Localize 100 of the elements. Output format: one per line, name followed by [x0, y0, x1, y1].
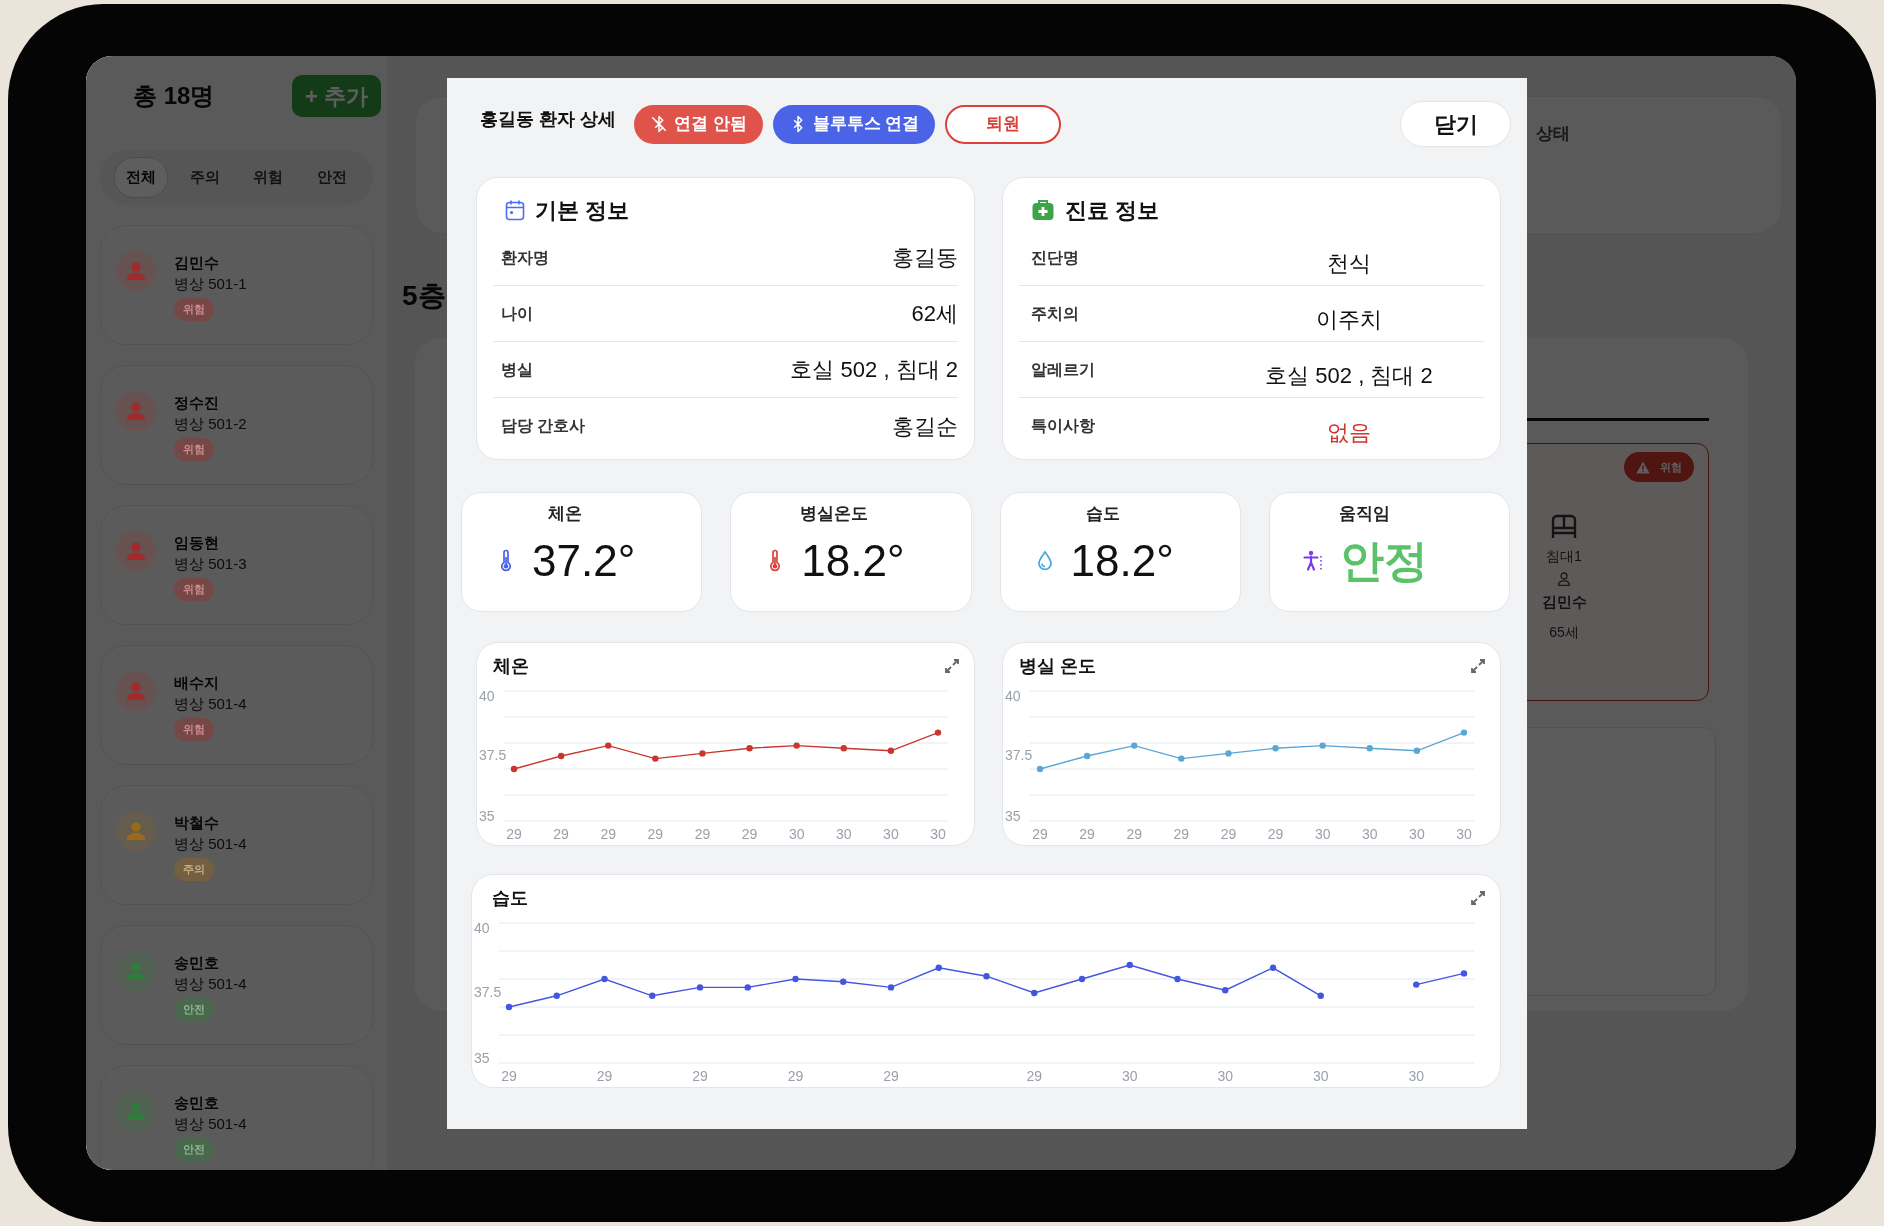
card-title: 기본 정보 — [535, 196, 630, 225]
warning-icon — [1636, 460, 1650, 474]
bluetooth-connect-button[interactable]: 블루투스 연결 — [772, 104, 936, 144]
filter-tab[interactable]: 주의 — [177, 157, 232, 198]
patient-card[interactable]: 송민호 병상 501-4 안전 — [100, 925, 373, 1045]
filter-tab[interactable]: 전체 — [114, 157, 168, 198]
bed-number: 병상 501-4 — [174, 694, 247, 714]
bed-number: 병상 501-1 — [174, 274, 247, 294]
tick-label: 37.5 — [1005, 746, 1033, 763]
patient-card[interactable]: 김민수 병상 501-1 위험 — [100, 225, 373, 345]
data-point — [601, 975, 608, 983]
data-point — [935, 964, 942, 971]
tick-label: 29 — [647, 825, 664, 842]
tick-label: 29 — [1267, 825, 1284, 842]
patient-name: 김민수 — [174, 253, 220, 273]
vital-value: 18.2° — [801, 535, 905, 587]
patient-card[interactable]: 박철수 병상 501-4 주의 — [100, 785, 373, 905]
data-point — [1460, 729, 1468, 736]
vital-value: 37.2° — [532, 535, 636, 587]
tick-label: 30 — [930, 825, 946, 842]
tick-label: 29 — [694, 825, 711, 842]
data-point — [1078, 975, 1086, 983]
patient-name: 김민수 — [1541, 592, 1587, 612]
field-value: 호실 502 , 침대 2 — [790, 356, 958, 384]
field-label: 주치의 — [1031, 303, 1079, 324]
tick-label: 35 — [479, 807, 495, 824]
status-tag: 위험 — [174, 298, 214, 321]
tick-label: 29 — [600, 825, 616, 842]
add-button[interactable]: + 추가 — [292, 75, 381, 117]
tick-label: 29 — [692, 1067, 708, 1084]
patient-name: 송민호 — [174, 953, 220, 973]
data-point — [1174, 975, 1181, 983]
data-point — [652, 755, 659, 762]
tick-label: 37.5 — [479, 746, 507, 763]
tick-label: 29 — [1032, 825, 1048, 842]
bed-icon — [1550, 514, 1578, 540]
tick-label: 35 — [474, 1049, 490, 1066]
status-tag: 안전 — [174, 998, 214, 1021]
expand-icon[interactable] — [1470, 890, 1486, 906]
patient-card[interactable]: 임동현 병상 501-3 위험 — [100, 505, 373, 625]
chart-title: 습도 — [492, 886, 528, 910]
data-point — [557, 752, 565, 760]
status-tag: 위험 — [174, 718, 214, 741]
field-value: 없음 — [1326, 418, 1372, 447]
bed-number: 병상 501-4 — [174, 1114, 247, 1134]
data-point — [746, 745, 753, 752]
chart-title: 체온 — [493, 654, 529, 678]
data-point — [1460, 970, 1468, 977]
data-point — [553, 992, 560, 999]
tick-label: 29 — [1173, 825, 1190, 842]
tick-label: 30 — [1312, 1067, 1329, 1084]
expand-icon[interactable] — [944, 658, 960, 674]
data-point — [1126, 961, 1133, 969]
patient-card[interactable]: 배수지 병상 501-4 위험 — [100, 645, 373, 765]
patient-card[interactable]: 정수진 병상 501-2 위험 — [100, 365, 373, 485]
patient-name: 박철수 — [174, 813, 220, 833]
vital-label: 병실온도 — [799, 503, 868, 525]
data-point — [1083, 752, 1091, 760]
vital-value: 18.2° — [1070, 535, 1174, 587]
close-button[interactable]: 닫기 — [1400, 101, 1511, 147]
patient-card[interactable]: 송민호 병상 501-4 안전 — [100, 1065, 373, 1170]
data-point — [793, 742, 800, 749]
discharge-button[interactable]: 퇴원 — [945, 104, 1062, 144]
tick-label: 37.5 — [474, 983, 502, 1000]
chart-title: 병실 온도 — [1019, 654, 1096, 678]
patient-name: 송민호 — [174, 1093, 220, 1113]
tick-label: 30 — [1456, 825, 1472, 842]
status-label: 상태 — [1536, 123, 1571, 145]
data-point — [983, 973, 990, 980]
status-tag: 주의 — [174, 858, 214, 881]
tick-label: 29 — [501, 1067, 517, 1084]
data-point — [1225, 750, 1232, 757]
data-point — [1178, 755, 1185, 762]
expand-icon[interactable] — [1470, 658, 1486, 674]
tick-label: 30 — [1408, 1067, 1425, 1084]
tick-label: 29 — [1079, 825, 1095, 842]
data-point — [1131, 742, 1138, 749]
field-label: 알레르기 — [1031, 359, 1095, 380]
field-label: 진단명 — [1031, 247, 1079, 268]
patient-count: 총 18명 — [133, 81, 215, 111]
data-point — [887, 984, 895, 991]
tick-label: 29 — [741, 825, 758, 842]
filter-tab[interactable]: 안전 — [304, 157, 359, 198]
bed-number: 병상 501-3 — [174, 554, 247, 574]
badge-label: 위험 — [1660, 459, 1682, 475]
filter-tab[interactable]: 위험 — [241, 157, 296, 198]
bluetooth-off-icon — [650, 115, 668, 133]
data-point — [696, 984, 704, 991]
tick-label: 40 — [474, 919, 490, 936]
calendar-icon — [505, 199, 525, 221]
field-value: 호실 502 , 침대 2 — [1264, 362, 1434, 390]
bed-number: 병상 501-4 — [174, 974, 247, 994]
data-point — [744, 984, 751, 991]
data-point — [792, 975, 799, 983]
data-point — [1222, 987, 1229, 994]
tick-label: 40 — [479, 687, 495, 704]
field-value: 홍길순 — [892, 412, 958, 441]
tick-label: 29 — [506, 825, 522, 842]
data-point — [934, 729, 942, 736]
status-tag: 위험 — [174, 578, 214, 601]
